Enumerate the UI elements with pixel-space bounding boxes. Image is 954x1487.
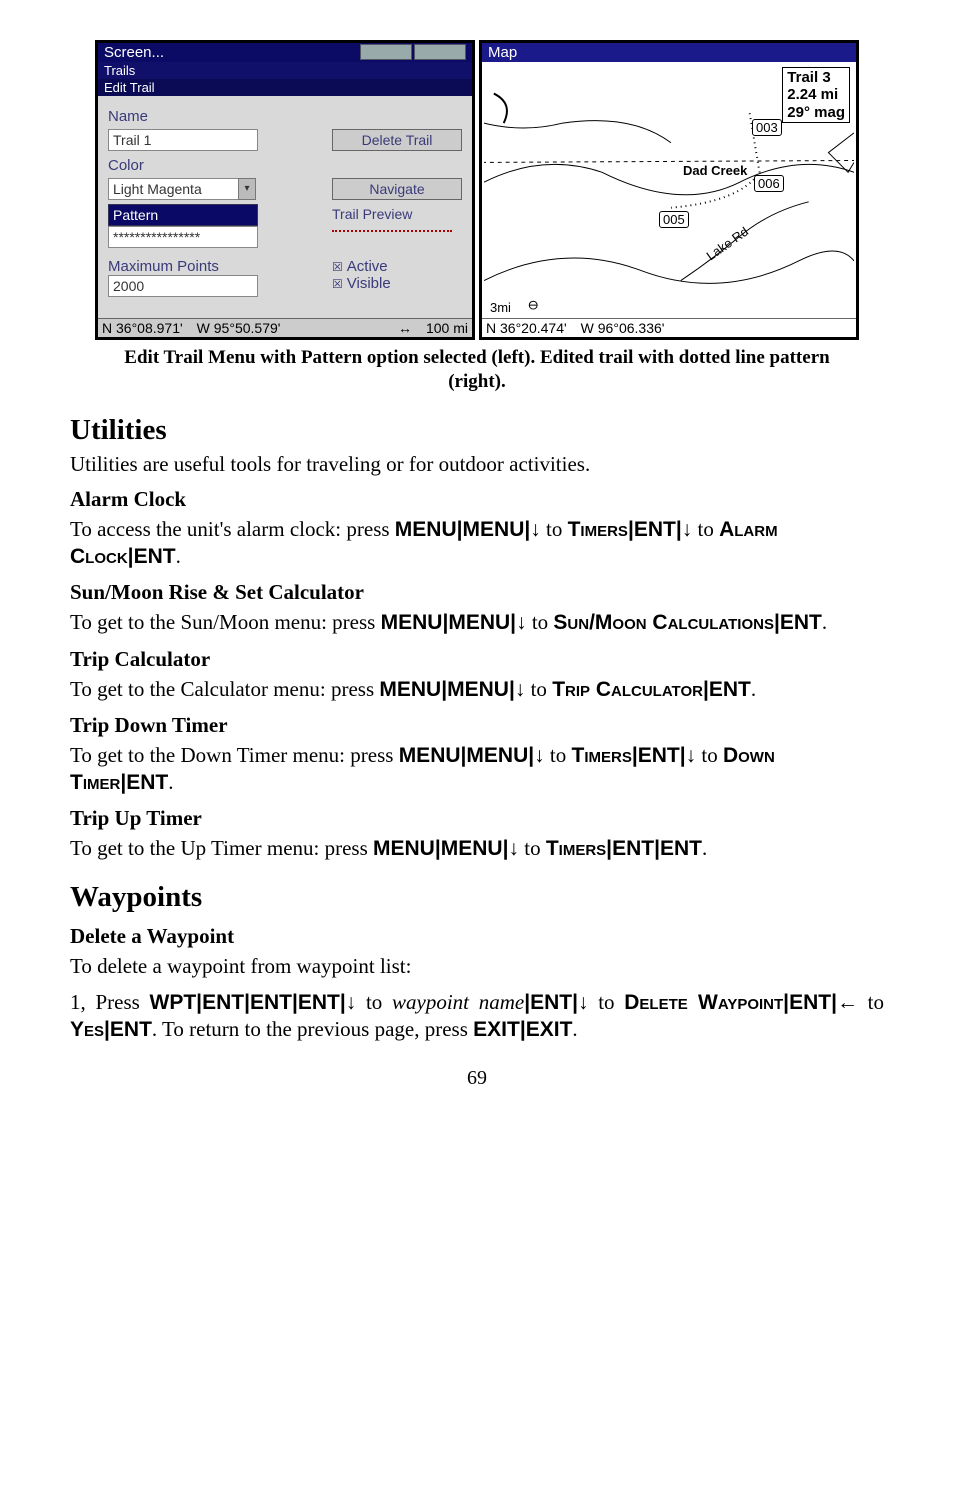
sunmoon-heading: Sun/Moon Rise & Set Calculator [70, 580, 884, 605]
utilities-heading: Utilities [70, 414, 884, 447]
status-lat-r: N 36°20.474' [486, 320, 567, 336]
delete-waypoint-step: 1, Press WPT|ENT|ENT|ENT|↓ to waypoint n… [70, 989, 884, 1044]
maxpoints-label: Maximum Points [108, 258, 258, 275]
status-lon-r: W 96°06.336' [581, 320, 665, 336]
bubble-003: 003 [752, 119, 782, 136]
tripdn-text: To get to the Down Timer menu: press MEN… [70, 742, 884, 797]
tripup-heading: Trip Up Timer [70, 806, 884, 831]
statusbar-left: N 36°08.971' W 95°50.579' ↔ 100 mi [98, 318, 472, 337]
statusbar-right: N 36°20.474' W 96°06.336' [482, 318, 856, 337]
chevron-down-icon[interactable]: ▾ [238, 178, 256, 200]
edit-trail-bar: Edit Trail [98, 79, 472, 96]
figure-caption: Edit Trail Menu with Pattern option sele… [110, 346, 844, 394]
svg-text:Lake Rd: Lake Rd [703, 224, 751, 264]
map-titlebar: Map [482, 43, 856, 62]
dad-creek-label: Dad Creek [680, 163, 750, 178]
info-bearing: 29° mag [787, 104, 845, 121]
utilities-intro: Utilities are useful tools for traveling… [70, 451, 884, 477]
tripcalc-text: To get to the Calculator menu: press MEN… [70, 676, 884, 703]
screen-dropdown-bar[interactable]: Screen... [98, 43, 472, 62]
visible-checkbox[interactable]: Visible [332, 275, 462, 292]
color-field[interactable]: Light Magenta [108, 178, 242, 200]
trail-preview-line [332, 230, 452, 232]
navigate-button[interactable]: Navigate [332, 178, 462, 200]
trail-info-box: Trail 3 2.24 mi 29° mag [782, 67, 850, 123]
trails-bar: Trails [98, 62, 472, 79]
pattern-label: Pattern [108, 204, 258, 226]
screen-tabs [360, 44, 466, 61]
tripdn-heading: Trip Down Timer [70, 713, 884, 738]
color-label: Color [108, 157, 462, 174]
page-number: 69 [70, 1067, 884, 1090]
status-lon: W 95°50.579' [197, 320, 281, 336]
alarm-clock-heading: Alarm Clock [70, 487, 884, 512]
bubble-005: 005 [659, 211, 689, 228]
alarm-clock-text: To access the unit's alarm clock: press … [70, 516, 884, 571]
name-field[interactable]: Trail 1 [108, 129, 258, 151]
delete-trail-button[interactable]: Delete Trail [332, 129, 462, 151]
edit-trail-panel: Screen... Trails Edit Trail Name Trail 1… [95, 40, 475, 340]
figure-row: Screen... Trails Edit Trail Name Trail 1… [70, 40, 884, 340]
name-label: Name [108, 108, 462, 125]
maxpoints-field[interactable]: 2000 [108, 275, 258, 297]
bubble-006: 006 [754, 175, 784, 192]
sunmoon-text: To get to the Sun/Moon menu: press MENU|… [70, 609, 884, 636]
map-scale-label: 3mi [490, 300, 511, 315]
info-distance: 2.24 mi [787, 86, 845, 103]
tripcalc-heading: Trip Calculator [70, 647, 884, 672]
map-panel: Map Lake Rd Trail 3 2.24 mi 29° mag [479, 40, 859, 340]
tripup-text: To get to the Up Timer menu: press MENU|… [70, 835, 884, 862]
trail-preview-label: Trail Preview [332, 204, 462, 226]
pattern-field[interactable]: **************** [108, 226, 258, 248]
delete-waypoint-intro: To delete a waypoint from waypoint list: [70, 953, 884, 979]
delete-waypoint-heading: Delete a Waypoint [70, 924, 884, 949]
info-trail-name: Trail 3 [787, 69, 845, 86]
waypoints-heading: Waypoints [70, 881, 884, 914]
map-canvas[interactable]: Lake Rd Trail 3 2.24 mi 29° mag 003 Dad … [484, 63, 854, 317]
active-checkbox[interactable]: Active [332, 258, 462, 275]
status-scale: 100 mi [426, 320, 468, 336]
status-lat: N 36°08.971' [102, 320, 183, 336]
screen-label: Screen... [104, 44, 164, 61]
form-area: Name Trail 1 Delete Trail Color Light Ma… [98, 96, 472, 307]
